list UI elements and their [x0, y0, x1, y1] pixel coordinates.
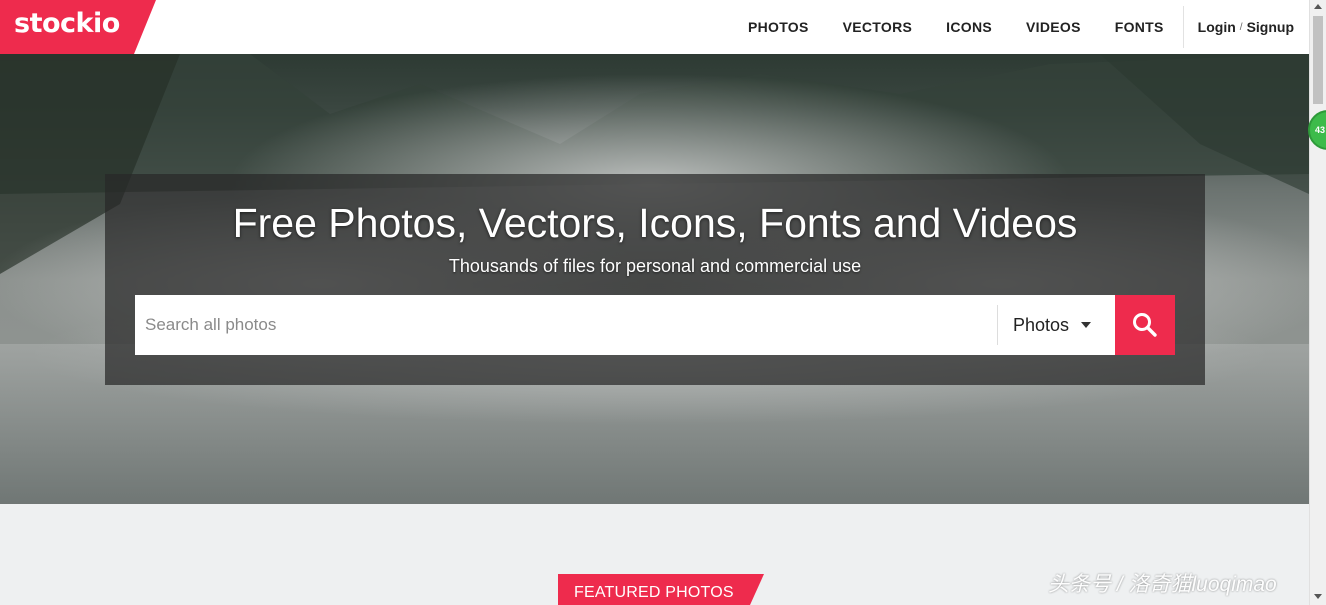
vertical-scrollbar[interactable] [1309, 0, 1326, 605]
logo[interactable]: stockio [0, 0, 156, 54]
caret-down-icon [1081, 322, 1092, 328]
search-icon [1133, 313, 1157, 337]
signup-link[interactable]: Signup [1247, 19, 1294, 35]
hero-title: Free Photos, Vectors, Icons, Fonts and V… [232, 200, 1078, 246]
scroll-thumb[interactable] [1313, 16, 1323, 104]
watermark: 头条号 / 洛奇猫luoqimao [1048, 573, 1277, 596]
nav-item-vectors[interactable]: VECTORS [826, 19, 930, 35]
scroll-down-arrow-icon[interactable] [1314, 594, 1322, 599]
featured-photos-label: FEATURED PHOTOS [574, 584, 734, 601]
hero: Free Photos, Vectors, Icons, Fonts and V… [0, 54, 1309, 504]
page: stockio PHOTOS VECTORS ICONS VIDEOS FONT… [0, 0, 1309, 605]
search-input[interactable] [135, 295, 997, 355]
hero-subtitle: Thousands of files for personal and comm… [448, 256, 862, 276]
site-header: stockio PHOTOS VECTORS ICONS VIDEOS FONT… [0, 0, 1309, 54]
search-type-value: Photos [1013, 314, 1070, 335]
logo-text: stockio [14, 8, 120, 39]
nav-item-fonts[interactable]: FONTS [1098, 19, 1181, 35]
nav-item-videos[interactable]: VIDEOS [1009, 19, 1098, 35]
login-signup: Login / Signup [1184, 19, 1309, 35]
login-separator: / [1239, 21, 1243, 33]
main-nav: PHOTOS VECTORS ICONS VIDEOS FONTS Login … [731, 0, 1309, 54]
search-type-dropdown[interactable]: Photos [997, 305, 1115, 345]
scroll-up-arrow-icon[interactable] [1314, 4, 1322, 9]
login-link[interactable]: Login [1198, 19, 1236, 35]
nav-item-photos[interactable]: PHOTOS [731, 19, 826, 35]
featured-photos-heading: FEATURED PHOTOS [558, 574, 764, 605]
hero-search-panel: Free Photos, Vectors, Icons, Fonts and V… [105, 174, 1205, 385]
search-bar: Photos [135, 295, 1175, 355]
search-button[interactable] [1115, 295, 1175, 355]
nav-item-icons[interactable]: ICONS [929, 19, 1009, 35]
